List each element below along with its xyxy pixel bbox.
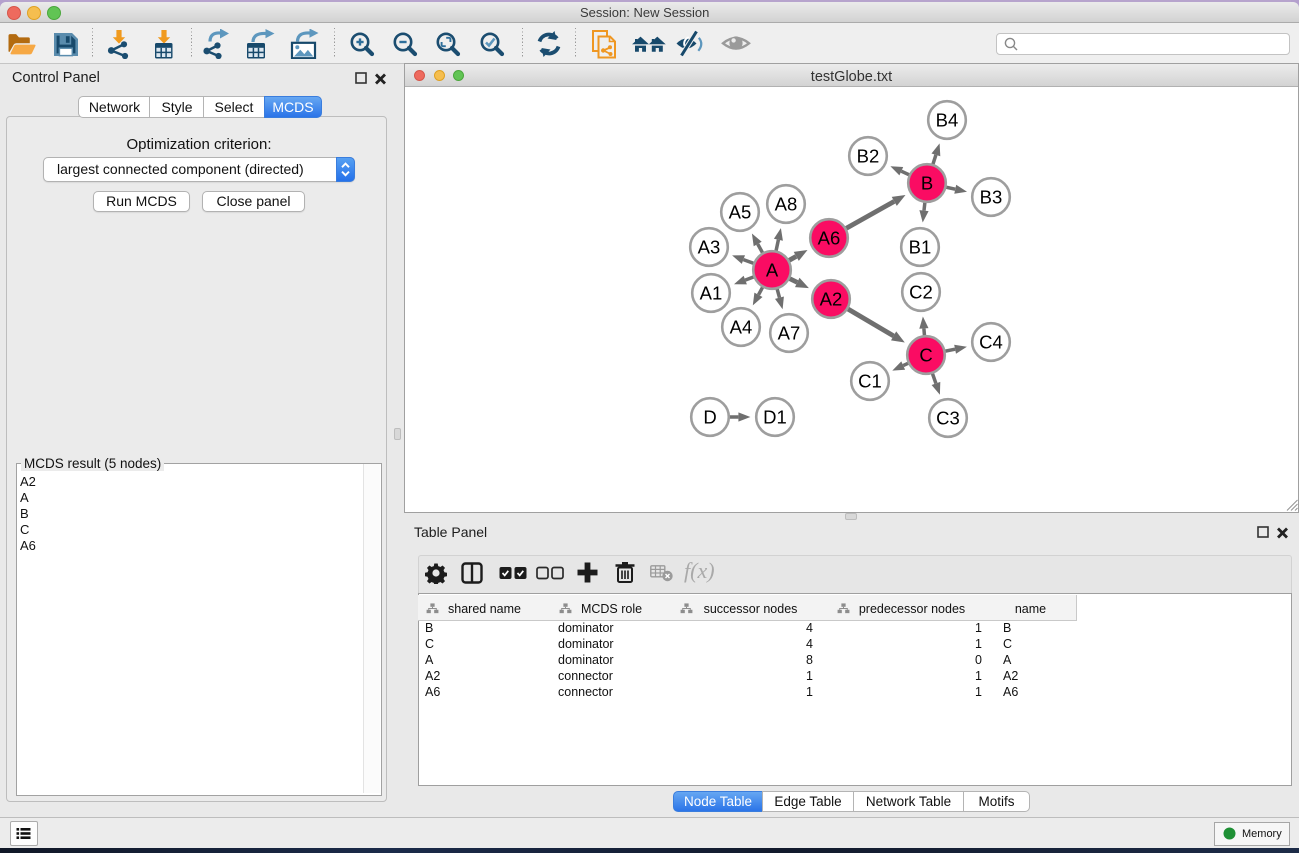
svg-text:B3: B3 (980, 187, 1003, 208)
svg-text:A6: A6 (818, 228, 841, 249)
svg-text:A3: A3 (698, 237, 721, 258)
svg-text:C3: C3 (936, 408, 960, 429)
svg-text:A7: A7 (778, 323, 801, 344)
svg-text:A2: A2 (820, 289, 843, 310)
svg-text:C2: C2 (909, 282, 933, 303)
svg-text:A1: A1 (700, 283, 723, 304)
svg-text:D1: D1 (763, 407, 787, 428)
svg-text:C: C (919, 345, 932, 366)
svg-text:D: D (703, 407, 716, 428)
svg-text:C1: C1 (858, 371, 882, 392)
svg-text:A8: A8 (775, 194, 798, 215)
svg-text:A4: A4 (730, 317, 753, 338)
svg-text:C4: C4 (979, 332, 1003, 353)
svg-text:B4: B4 (936, 110, 959, 131)
svg-text:A5: A5 (729, 202, 752, 223)
svg-text:B1: B1 (909, 237, 932, 258)
svg-text:B: B (921, 173, 933, 194)
svg-text:B2: B2 (857, 146, 880, 167)
svg-text:A: A (766, 260, 779, 281)
